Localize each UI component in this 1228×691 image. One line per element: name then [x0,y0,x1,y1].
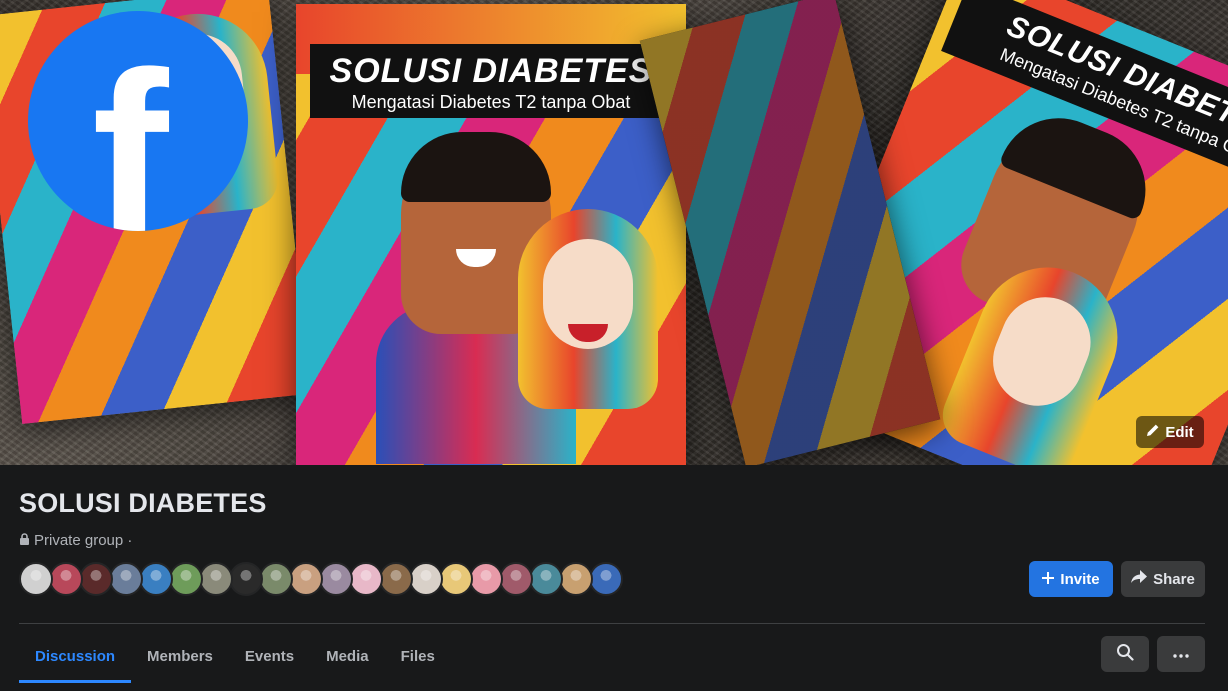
share-label: Share [1153,570,1195,588]
member-avatar[interactable] [379,562,413,596]
member-avatar[interactable] [289,562,323,596]
book-subtitle: Mengatasi Diabetes T2 tanpa Obat [351,92,631,112]
member-avatar[interactable] [439,562,473,596]
member-avatar[interactable] [469,562,503,596]
edit-label: Edit [1165,423,1194,441]
tab-events[interactable]: Events [229,632,310,680]
member-avatar[interactable] [49,562,83,596]
member-avatar[interactable] [499,562,533,596]
member-avatar[interactable] [529,562,563,596]
member-avatar[interactable] [559,562,593,596]
more-icon [1173,645,1189,663]
share-arrow-icon [1131,570,1148,588]
search-icon [1116,643,1134,666]
member-avatars[interactable] [19,562,623,596]
member-avatar[interactable] [79,562,113,596]
member-avatar[interactable] [199,562,233,596]
book-title: SOLUSI DIABETES [329,52,653,90]
share-button[interactable]: Share [1121,561,1205,597]
cover-photo[interactable]: SOLUSI DIABETES Mengatasi Diabetes T2 ta… [0,0,1228,465]
member-avatar[interactable] [589,562,623,596]
member-avatar[interactable] [169,562,203,596]
member-avatar[interactable] [349,562,383,596]
tab-media[interactable]: Media [310,632,385,680]
group-privacy: Private group · [19,532,132,549]
invite-label: Invite [1060,570,1100,588]
plus-icon [1042,571,1055,588]
member-avatar[interactable] [139,562,173,596]
search-button[interactable] [1101,636,1149,672]
member-avatar[interactable] [19,562,53,596]
member-avatar[interactable] [259,562,293,596]
book-center: SOLUSI DIABETES Mengatasi Diabetes T2 ta… [296,4,686,465]
privacy-label: Private group · [34,532,133,549]
tab-discussion[interactable]: Discussion [19,632,132,683]
pencil-icon [1146,423,1160,441]
member-avatar[interactable] [319,562,353,596]
lock-icon [19,532,30,549]
member-avatar[interactable] [229,562,263,596]
edit-cover-button[interactable]: Edit [1136,416,1204,448]
group-title: SOLUSI DIABETES [19,488,267,518]
more-options-button[interactable] [1157,636,1205,672]
invite-button[interactable]: Invite [1029,561,1113,597]
group-tabs: Discussion Members Events Media Files [19,632,451,684]
member-avatar[interactable] [109,562,143,596]
tab-files[interactable]: Files [385,632,451,680]
tab-members[interactable]: Members [131,632,229,680]
member-avatar[interactable] [409,562,443,596]
facebook-logo: f [28,11,248,231]
facebook-f-glyph: f [92,24,169,232]
header-divider [19,623,1205,624]
